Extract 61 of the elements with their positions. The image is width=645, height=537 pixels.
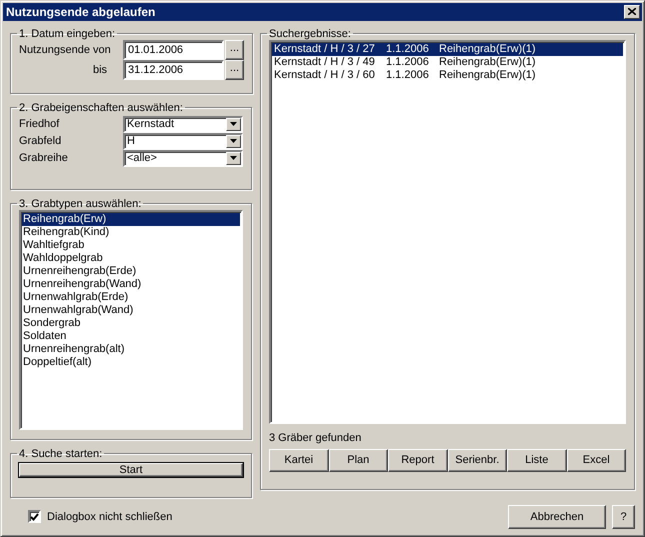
grave-location: Kernstadt / H / 3 / 49: [274, 56, 376, 68]
dropdown[interactable]: Kernstadt: [123, 116, 243, 132]
date-field[interactable]: 31.12.2006: [123, 60, 224, 80]
dropdown[interactable]: H: [123, 132, 243, 150]
checkbox-label: Dialogbox nicht schließen: [47, 510, 174, 523]
dropdown-arrow-icon: [230, 122, 237, 126]
date-text: 1.1.2006: [386, 68, 430, 82]
group-title: 3. Grabtypen auswählen:: [18, 198, 142, 210]
window-title: Nutzungsende abgelaufen: [6, 4, 156, 19]
date-picker-button[interactable]: ...: [225, 60, 244, 80]
list-item[interactable]: Sondergrab: [22, 316, 240, 330]
date-text: 1.1.2006: [386, 56, 430, 68]
date-picker-button[interactable]: ...: [225, 40, 244, 60]
dropdown[interactable]: <alle>: [123, 150, 243, 166]
group-title: 1. Datum eingeben:: [18, 28, 116, 40]
list-item[interactable]: Urnenwahlgrab(Wand): [22, 304, 240, 316]
list-item[interactable]: Urnenreihengrab(alt): [22, 342, 240, 356]
help-button[interactable]: ?: [612, 504, 635, 529]
field-label: von: [93, 44, 112, 56]
group-title: 4. Suche starten:: [18, 448, 104, 460]
action-button[interactable]: Plan: [328, 448, 388, 472]
close-button[interactable]: [624, 4, 640, 19]
grave-type: Reihengrab(Erw)(1): [439, 56, 537, 68]
list-item[interactable]: Urnenreihengrab(Wand): [22, 278, 240, 290]
action-button[interactable]: Kartei: [269, 448, 328, 472]
result-row[interactable]: Kernstadt / H / 3 / 27 1.1.2006 Reihengrab(Erw)(1): [272, 42, 623, 56]
grave-location: Kernstadt / H / 3 / 60: [274, 68, 376, 82]
list-item[interactable]: Urnenwahlgrab(Erde): [22, 290, 240, 304]
dropdown-arrow-icon: [230, 156, 237, 160]
date-field[interactable]: 01.01.2006: [123, 40, 224, 60]
checkmark-icon: [30, 512, 39, 521]
result-row[interactable]: Kernstadt / H / 3 / 49 1.1.2006 Reihengrab(Erw)(1): [272, 56, 623, 68]
list-item[interactable]: Wahltiefgrab: [22, 238, 240, 252]
field-label: Nutzungsende: [19, 44, 91, 56]
grave-type: Reihengrab(Erw)(1): [439, 42, 537, 56]
list-item[interactable]: Reihengrab(Kind): [22, 226, 240, 238]
list-item[interactable]: Wahldoppelgrab: [22, 252, 240, 264]
list-item[interactable]: Urnenreihengrab(Erde): [22, 264, 240, 278]
group-title: 2. Grabeigenschaften auswählen:: [18, 102, 184, 114]
action-button[interactable]: Liste: [507, 448, 566, 472]
action-button[interactable]: Report: [388, 448, 448, 472]
field-label: Friedhof: [19, 118, 60, 130]
result-row[interactable]: Kernstadt / H / 3 / 60 1.1.2006 Reihengrab(Erw)(1): [272, 68, 623, 82]
cancel-button[interactable]: Abbrechen: [508, 504, 606, 529]
grave-type: Reihengrab(Erw)(1): [439, 68, 537, 82]
field-label: Grabreihe: [19, 152, 69, 164]
grave-location: Kernstadt / H / 3 / 27: [274, 42, 376, 56]
field-label: Grabfeld: [19, 135, 62, 147]
start-button[interactable]: Start: [19, 462, 243, 476]
group-title: Suchergebnisse:: [268, 28, 352, 40]
dropdown-arrow-icon: [230, 139, 237, 143]
checkbox[interactable]: [28, 510, 41, 524]
date-text: 1.1.2006: [386, 42, 430, 56]
list-item[interactable]: Reihengrab(Erw): [22, 212, 240, 226]
list-item[interactable]: Soldaten: [22, 330, 240, 342]
result-count: 3 Gräber gefunden: [269, 432, 362, 444]
list-item[interactable]: Doppeltief(alt): [22, 356, 240, 368]
close-icon: [628, 8, 636, 16]
field-label: bis: [93, 64, 108, 76]
action-button[interactable]: Excel: [566, 448, 626, 472]
action-button[interactable]: Serienbr.: [448, 448, 507, 472]
